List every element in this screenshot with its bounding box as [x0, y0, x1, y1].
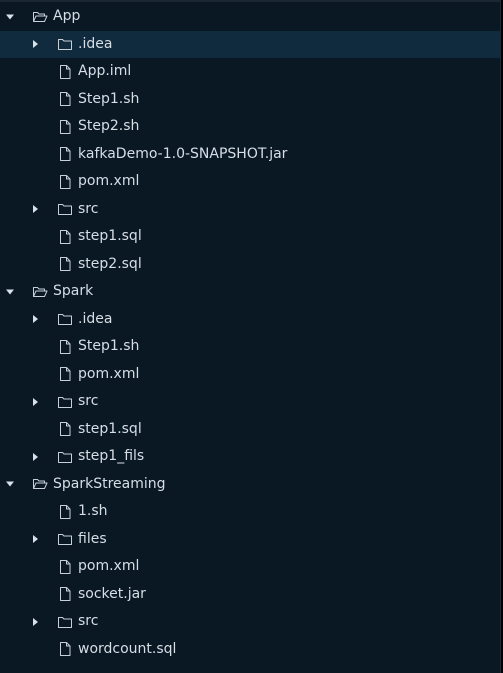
chevron-down-icon[interactable] [4, 3, 16, 31]
chevron-right-icon[interactable] [29, 526, 41, 554]
tree-item-label: 1.sh [78, 503, 108, 519]
tree-file-app-step1-sql[interactable]: step1.sql [0, 223, 500, 251]
file-explorer-panel: App .idea App.iml Step1.sh Step2.sh kafkaDemo… [0, 0, 501, 673]
file-icon [57, 141, 73, 169]
tree-item-label: App.iml [78, 63, 132, 79]
folder-icon [57, 306, 73, 334]
tree-folder-sparkstreaming-src[interactable]: src [0, 608, 500, 636]
tree-item-label: pom.xml [78, 173, 140, 189]
tree-file-app-step2-sh[interactable]: Step2.sh [0, 113, 500, 141]
folder-open-icon [32, 471, 48, 499]
chevron-down-icon[interactable] [4, 471, 16, 499]
tree-folder-spark-idea[interactable]: .idea [0, 306, 500, 334]
tree-item-label: step1.sql [78, 420, 142, 437]
panel-top-border [0, 0, 500, 2]
tree-item-label: .idea [78, 310, 113, 327]
tree-file-spark-step1-sql[interactable]: step1.sql [0, 416, 500, 444]
tree-item-label: pom.xml [78, 365, 140, 382]
tree-file-sparkstreaming-socket-jar[interactable]: socket.jar [0, 581, 500, 609]
file-tree: App .idea App.iml Step1.sh Step2.sh kafkaDemo… [0, 3, 500, 663]
file-icon [57, 251, 73, 279]
tree-item-label: wordcount.sql [78, 640, 177, 657]
tree-folder-spark-src[interactable]: src [0, 388, 500, 416]
tree-item-label: src [78, 613, 99, 629]
file-icon [57, 498, 73, 526]
chevron-right-icon[interactable] [29, 196, 41, 224]
tree-file-sparkstreaming-wordcount-sql[interactable]: wordcount.sql [0, 636, 500, 664]
file-icon [57, 361, 73, 389]
tree-file-sparkstreaming-1-sh[interactable]: 1.sh [0, 498, 500, 526]
folder-icon [57, 443, 73, 471]
tree-folder-sparkstreaming-files[interactable]: files [0, 526, 500, 554]
tree-item-label: App [53, 8, 81, 24]
tree-file-spark-step1-sh[interactable]: Step1.sh [0, 333, 500, 361]
folder-icon [57, 526, 73, 554]
tree-item-label: step2.sql [78, 255, 142, 272]
tree-item-label: src [78, 200, 99, 217]
tree-item-label: .idea [78, 35, 113, 52]
tree-item-label: Step2.sh [78, 118, 140, 134]
file-icon [57, 113, 73, 141]
tree-item-label: pom.xml [78, 558, 140, 574]
tree-file-sparkstreaming-pom-xml[interactable]: pom.xml [0, 553, 500, 581]
file-icon [57, 58, 73, 86]
folder-open-icon [32, 3, 48, 31]
tree-item-label: Step1.sh [78, 90, 140, 107]
tree-file-app-step2-sql[interactable]: step2.sql [0, 251, 500, 279]
tree-file-app-kafkademo-1-0-snapshot-jar[interactable]: kafkaDemo-1.0-SNAPSHOT.jar [0, 141, 500, 169]
tree-item-label: src [78, 393, 99, 409]
tree-folder-app-src[interactable]: src [0, 196, 500, 224]
tree-item-label: kafkaDemo-1.0-SNAPSHOT.jar [78, 145, 288, 162]
tree-item-label: files [78, 530, 107, 547]
file-icon [57, 636, 73, 664]
tree-file-spark-pom-xml[interactable]: pom.xml [0, 361, 500, 389]
file-icon [57, 553, 73, 581]
file-icon [57, 581, 73, 609]
tree-item-label: step1_fils [78, 448, 145, 464]
file-icon [57, 416, 73, 444]
folder-icon [57, 608, 73, 636]
tree-folder-spark-step1-fils[interactable]: step1_fils [0, 443, 500, 471]
chevron-right-icon[interactable] [29, 443, 41, 471]
tree-item-label: socket.jar [78, 585, 146, 602]
chevron-right-icon[interactable] [29, 388, 41, 416]
chevron-right-icon[interactable] [29, 306, 41, 334]
tree-folder-app[interactable]: App [0, 3, 500, 31]
tree-item-label: Step1.sh [78, 338, 140, 354]
file-icon [57, 333, 73, 361]
folder-icon [57, 388, 73, 416]
file-icon [57, 223, 73, 251]
tree-folder-app-idea[interactable]: .idea [0, 30, 500, 59]
tree-item-label: step1.sql [78, 228, 142, 244]
file-icon [57, 86, 73, 114]
tree-item-label: Spark [53, 283, 94, 299]
chevron-right-icon[interactable] [29, 31, 41, 59]
tree-folder-sparkstreaming[interactable]: SparkStreaming [0, 471, 500, 499]
chevron-down-icon[interactable] [4, 278, 16, 306]
chevron-right-icon[interactable] [29, 608, 41, 636]
folder-icon [57, 31, 73, 59]
tree-item-label: SparkStreaming [53, 475, 166, 492]
tree-file-app-app-iml[interactable]: App.iml [0, 58, 500, 86]
tree-file-app-pom-xml[interactable]: pom.xml [0, 168, 500, 196]
folder-icon [57, 196, 73, 224]
file-icon [57, 168, 73, 196]
tree-folder-spark[interactable]: Spark [0, 278, 500, 306]
folder-open-icon [32, 278, 48, 306]
tree-file-app-step1-sh[interactable]: Step1.sh [0, 86, 500, 114]
